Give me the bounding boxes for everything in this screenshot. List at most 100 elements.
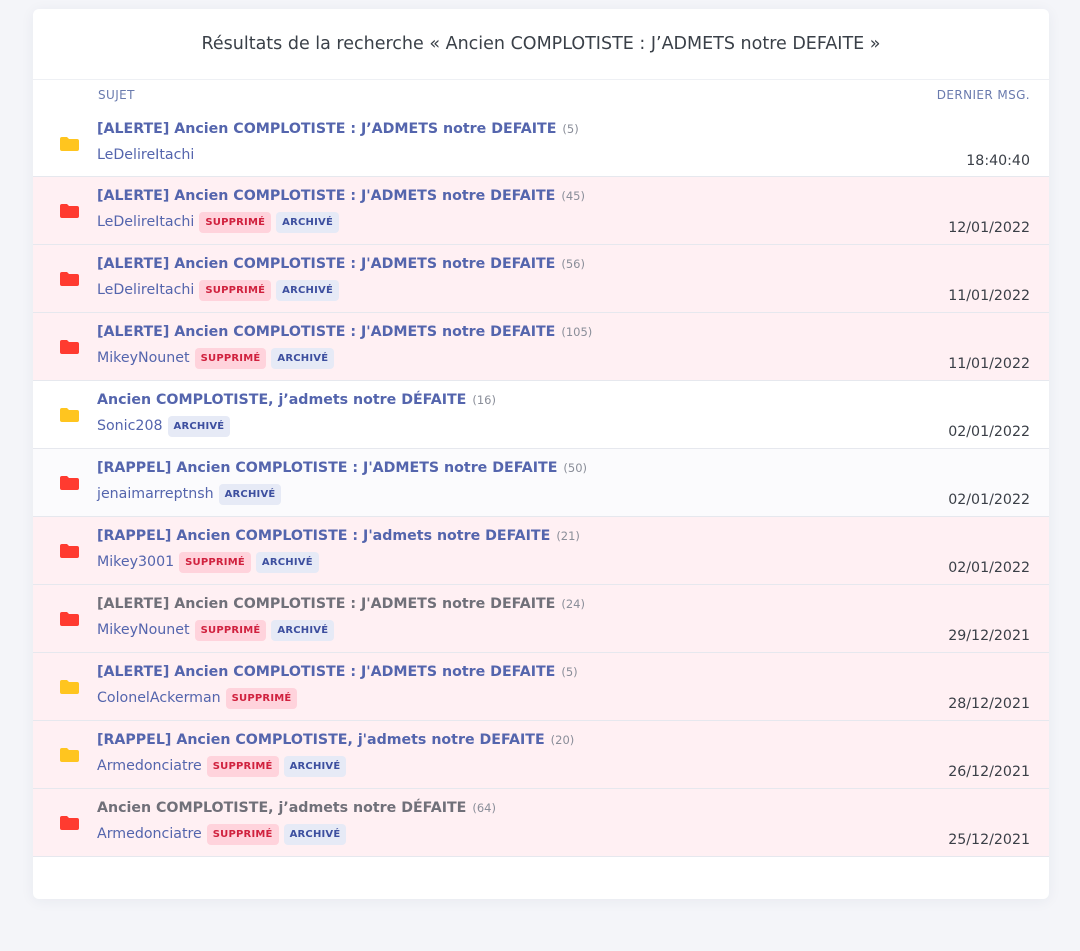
last-message-date: 29/12/2021 [948, 628, 1030, 644]
reply-count: (5) [562, 122, 579, 136]
folder-red-icon [59, 271, 80, 286]
reply-count: (50) [563, 461, 588, 475]
topic-meta: LeDelireItachi [97, 144, 199, 166]
topic-row[interactable]: [RAPPEL] Ancien COMPLOTISTE : J'admets n… [33, 517, 1049, 585]
topic-meta: MikeyNounet SUPPRIMÉ ARCHIVÉ [97, 619, 339, 641]
folder-red-icon [59, 475, 80, 490]
topic-heading: [ALERTE] Ancien COMPLOTISTE : J'ADMETS n… [97, 596, 585, 612]
topic-heading: Ancien COMPLOTISTE, j’admets notre DÉFAI… [97, 800, 496, 816]
topic-row[interactable]: Ancien COMPLOTISTE, j’admets notre DÉFAI… [33, 789, 1049, 857]
topic-row[interactable]: [ALERTE] Ancien COMPLOTISTE : J'ADMETS n… [33, 653, 1049, 721]
topic-title-link[interactable]: [ALERTE] Ancien COMPLOTISTE : J'ADMETS n… [97, 664, 555, 680]
topic-title-link[interactable]: [ALERTE] Ancien COMPLOTISTE : J’ADMETS n… [97, 121, 556, 137]
topic-title-link[interactable]: [ALERTE] Ancien COMPLOTISTE : J'ADMETS n… [97, 324, 555, 340]
topic-title-link[interactable]: [ALERTE] Ancien COMPLOTISTE : J'ADMETS n… [97, 256, 555, 272]
reply-count: (21) [556, 529, 580, 543]
author-link[interactable]: LeDelireItachi [97, 214, 194, 230]
reply-count: (105) [561, 325, 593, 339]
archived-badge: ARCHIVÉ [271, 347, 335, 369]
folder-red-icon [59, 203, 80, 218]
column-header-last-message: DERNIER MSG. [936, 88, 1030, 102]
deleted-badge: SUPPRIMÉ [194, 347, 267, 369]
topic-title-link[interactable]: [RAPPEL] Ancien COMPLOTISTE : J'admets n… [97, 528, 550, 544]
last-message-date: 02/01/2022 [948, 424, 1030, 440]
author-link[interactable]: MikeyNounet [97, 622, 190, 638]
deleted-badge: SUPPRIMÉ [225, 687, 298, 709]
page-title: Résultats de la recherche « Ancien COMPL… [33, 9, 1049, 80]
topic-meta: ColonelAckerman SUPPRIMÉ [97, 687, 302, 709]
deleted-badge: SUPPRIMÉ [206, 823, 279, 845]
topic-heading: [ALERTE] Ancien COMPLOTISTE : J'ADMETS n… [97, 324, 592, 340]
author-link[interactable]: MikeyNounet [97, 350, 190, 366]
topic-title-link[interactable]: [RAPPEL] Ancien COMPLOTISTE, j'admets no… [97, 732, 545, 748]
last-message-date: 26/12/2021 [948, 764, 1030, 780]
author-link[interactable]: Armedonciatre [97, 826, 202, 842]
author-link[interactable]: Sonic208 [97, 418, 163, 434]
last-message-date: 02/01/2022 [948, 560, 1030, 576]
author-link[interactable]: Armedonciatre [97, 758, 202, 774]
topic-list: [ALERTE] Ancien COMPLOTISTE : J’ADMETS n… [33, 110, 1049, 857]
topic-row[interactable]: [ALERTE] Ancien COMPLOTISTE : J'ADMETS n… [33, 177, 1049, 245]
reply-count: (56) [561, 257, 585, 271]
reply-count: (16) [472, 393, 496, 407]
topic-title-link[interactable]: Ancien COMPLOTISTE, j’admets notre DÉFAI… [97, 392, 466, 408]
folder-yellow-icon [59, 747, 80, 762]
last-message-date: 18:40:40 [966, 153, 1030, 169]
folder-red-icon [59, 339, 80, 354]
author-link[interactable]: Mikey3001 [97, 554, 174, 570]
topic-meta: Armedonciatre SUPPRIMÉ ARCHIVÉ [97, 823, 351, 845]
folder-red-icon [59, 815, 80, 830]
topic-meta: jenaimarreptnsh ARCHIVÉ [97, 483, 286, 505]
topic-title-link[interactable]: [RAPPEL] Ancien COMPLOTISTE : J'ADMETS n… [97, 460, 557, 476]
search-results-card: Résultats de la recherche « Ancien COMPL… [33, 9, 1049, 899]
topic-row[interactable]: [ALERTE] Ancien COMPLOTISTE : J'ADMETS n… [33, 585, 1049, 653]
topic-row[interactable]: [ALERTE] Ancien COMPLOTISTE : J'ADMETS n… [33, 245, 1049, 313]
topic-meta: Armedonciatre SUPPRIMÉ ARCHIVÉ [97, 755, 351, 777]
topic-title-link[interactable]: [ALERTE] Ancien COMPLOTISTE : J'ADMETS n… [97, 188, 555, 204]
folder-red-icon [59, 611, 80, 626]
reply-count: (20) [550, 733, 575, 747]
folder-yellow-icon [59, 136, 80, 151]
topic-heading: [RAPPEL] Ancien COMPLOTISTE : J'ADMETS n… [97, 460, 587, 476]
reply-count: (5) [561, 665, 578, 679]
table-header: SUJET DERNIER MSG. [33, 80, 1049, 110]
topic-heading: [RAPPEL] Ancien COMPLOTISTE : J'admets n… [97, 528, 580, 544]
archived-badge: ARCHIVÉ [283, 823, 347, 845]
archived-badge: ARCHIVÉ [276, 211, 339, 233]
reply-count: (24) [561, 597, 585, 611]
deleted-badge: SUPPRIMÉ [206, 755, 279, 777]
topic-heading: [ALERTE] Ancien COMPLOTISTE : J'ADMETS n… [97, 188, 585, 204]
topic-meta: LeDelireItachi SUPPRIMÉ ARCHIVÉ [97, 211, 344, 233]
topic-row[interactable]: [ALERTE] Ancien COMPLOTISTE : J’ADMETS n… [33, 110, 1049, 177]
topic-heading: [ALERTE] Ancien COMPLOTISTE : J’ADMETS n… [97, 121, 579, 137]
archived-badge: ARCHIVÉ [283, 755, 347, 777]
last-message-date: 11/01/2022 [948, 288, 1030, 304]
author-link[interactable]: LeDelireItachi [97, 282, 194, 298]
column-header-subject: SUJET [98, 88, 135, 102]
topic-heading: [RAPPEL] Ancien COMPLOTISTE, j'admets no… [97, 732, 574, 748]
last-message-date: 11/01/2022 [948, 356, 1030, 372]
topic-row[interactable]: [ALERTE] Ancien COMPLOTISTE : J'ADMETS n… [33, 313, 1049, 381]
archived-badge: ARCHIVÉ [218, 483, 282, 505]
deleted-badge: SUPPRIMÉ [179, 551, 251, 573]
archived-badge: ARCHIVÉ [167, 415, 231, 437]
author-link[interactable]: ColonelAckerman [97, 690, 221, 706]
reply-count: (45) [561, 189, 585, 203]
last-message-date: 12/01/2022 [948, 220, 1030, 236]
archived-badge: ARCHIVÉ [255, 551, 319, 573]
folder-yellow-icon [59, 679, 80, 694]
topic-heading: Ancien COMPLOTISTE, j’admets notre DÉFAI… [97, 392, 496, 408]
deleted-badge: SUPPRIMÉ [199, 279, 272, 301]
reply-count: (64) [472, 801, 496, 815]
archived-badge: ARCHIVÉ [271, 619, 335, 641]
author-link[interactable]: jenaimarreptnsh [97, 486, 214, 502]
topic-title-link[interactable]: [ALERTE] Ancien COMPLOTISTE : J'ADMETS n… [97, 596, 555, 612]
topic-row[interactable]: Ancien COMPLOTISTE, j’admets notre DÉFAI… [33, 381, 1049, 449]
folder-yellow-icon [59, 407, 80, 422]
topic-row[interactable]: [RAPPEL] Ancien COMPLOTISTE, j'admets no… [33, 721, 1049, 789]
author-link[interactable]: LeDelireItachi [97, 147, 194, 163]
topic-meta: LeDelireItachi SUPPRIMÉ ARCHIVÉ [97, 279, 344, 301]
topic-title-link[interactable]: Ancien COMPLOTISTE, j’admets notre DÉFAI… [97, 800, 466, 816]
archived-badge: ARCHIVÉ [276, 279, 339, 301]
topic-row[interactable]: [RAPPEL] Ancien COMPLOTISTE : J'ADMETS n… [33, 449, 1049, 517]
